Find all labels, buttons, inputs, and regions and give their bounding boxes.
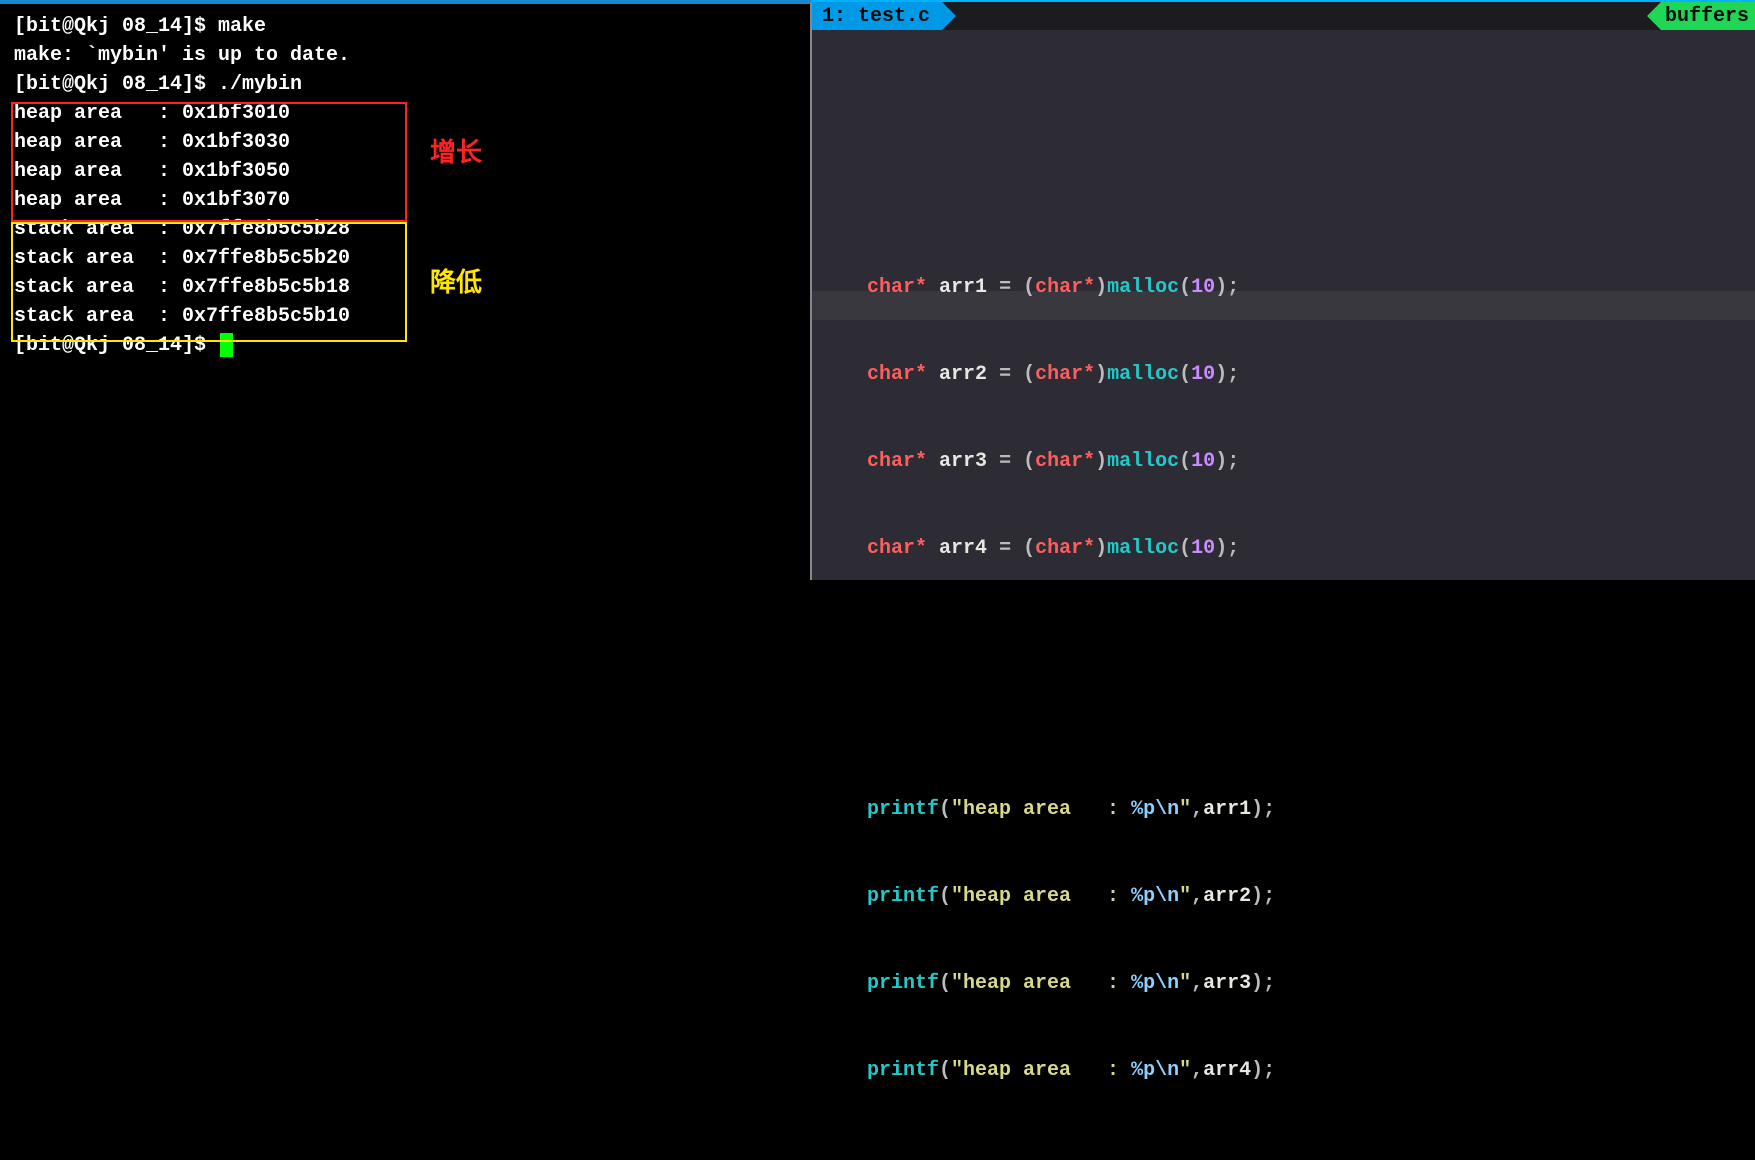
shell-prompt: [bit@Qkj 08_14]$ bbox=[14, 15, 218, 38]
stack-output-line: stack area : 0x7ffe8b5c5b20 bbox=[14, 244, 806, 273]
stack-output-line: stack area : 0x7ffe8b5c5b18 bbox=[14, 273, 806, 302]
code-line: char* arr3 = (char*)malloc(10); bbox=[867, 447, 1755, 476]
make-output: make: `mybin' is up to date. bbox=[14, 41, 806, 70]
shell-command: ./mybin bbox=[218, 73, 302, 96]
editor-tabbar: 1: test.c buffers bbox=[812, 0, 1755, 30]
shell-prompt: [bit@Qkj 08_14]$ bbox=[14, 73, 218, 96]
stack-output-line: stack area : 0x7ffe8b5c5b10 bbox=[14, 302, 806, 331]
terminal-cursor bbox=[220, 333, 233, 357]
terminal-line: [bit@Qkj 08_14]$ bbox=[14, 331, 806, 360]
terminal-line: [bit@Qkj 08_14]$ make bbox=[14, 12, 806, 41]
code-line: printf("heap area : %p\n",arr1); bbox=[867, 795, 1755, 824]
code-line: char* arr2 = (char*)malloc(10); bbox=[867, 360, 1755, 389]
editor-pane[interactable]: 1: test.c buffers char* arr1 = (char*)ma… bbox=[812, 0, 1755, 580]
buffers-badge[interactable]: buffers bbox=[1647, 2, 1755, 30]
code-line: printf("heap area : %p\n",arr3); bbox=[867, 969, 1755, 998]
blank-line bbox=[867, 650, 1755, 679]
code-line: char* arr4 = (char*)malloc(10); bbox=[867, 534, 1755, 563]
annotation-shrink: 降低 bbox=[430, 264, 482, 302]
code-line: printf("heap area : %p\n",arr2); bbox=[867, 882, 1755, 911]
terminal-pane[interactable]: [bit@Qkj 08_14]$ make make: `mybin' is u… bbox=[0, 0, 812, 580]
shell-prompt: [bit@Qkj 08_14]$ bbox=[14, 334, 218, 357]
tab-test-c[interactable]: 1: test.c bbox=[812, 2, 956, 30]
heap-output-line: heap area : 0x1bf3070 bbox=[14, 186, 806, 215]
terminal-line: [bit@Qkj 08_14]$ ./mybin bbox=[14, 70, 806, 99]
tab-label: 1: test.c bbox=[822, 2, 930, 31]
tabbar-spacer bbox=[956, 2, 1647, 30]
buffers-label: buffers bbox=[1665, 2, 1749, 31]
editor-body[interactable]: char* arr1 = (char*)malloc(10); char* ar… bbox=[812, 30, 1755, 1160]
heap-output-line: heap area : 0x1bf3010 bbox=[14, 99, 806, 128]
annotation-grow: 增长 bbox=[430, 134, 482, 172]
code-line: printf("heap area : %p\n",arr4); bbox=[867, 1056, 1755, 1085]
heap-output-line: heap area : 0x1bf3050 bbox=[14, 157, 806, 186]
stack-output-line: stack area : 0x7ffe8b5c5b28 bbox=[14, 215, 806, 244]
heap-output-line: heap area : 0x1bf3030 bbox=[14, 128, 806, 157]
shell-command: make bbox=[218, 15, 266, 38]
